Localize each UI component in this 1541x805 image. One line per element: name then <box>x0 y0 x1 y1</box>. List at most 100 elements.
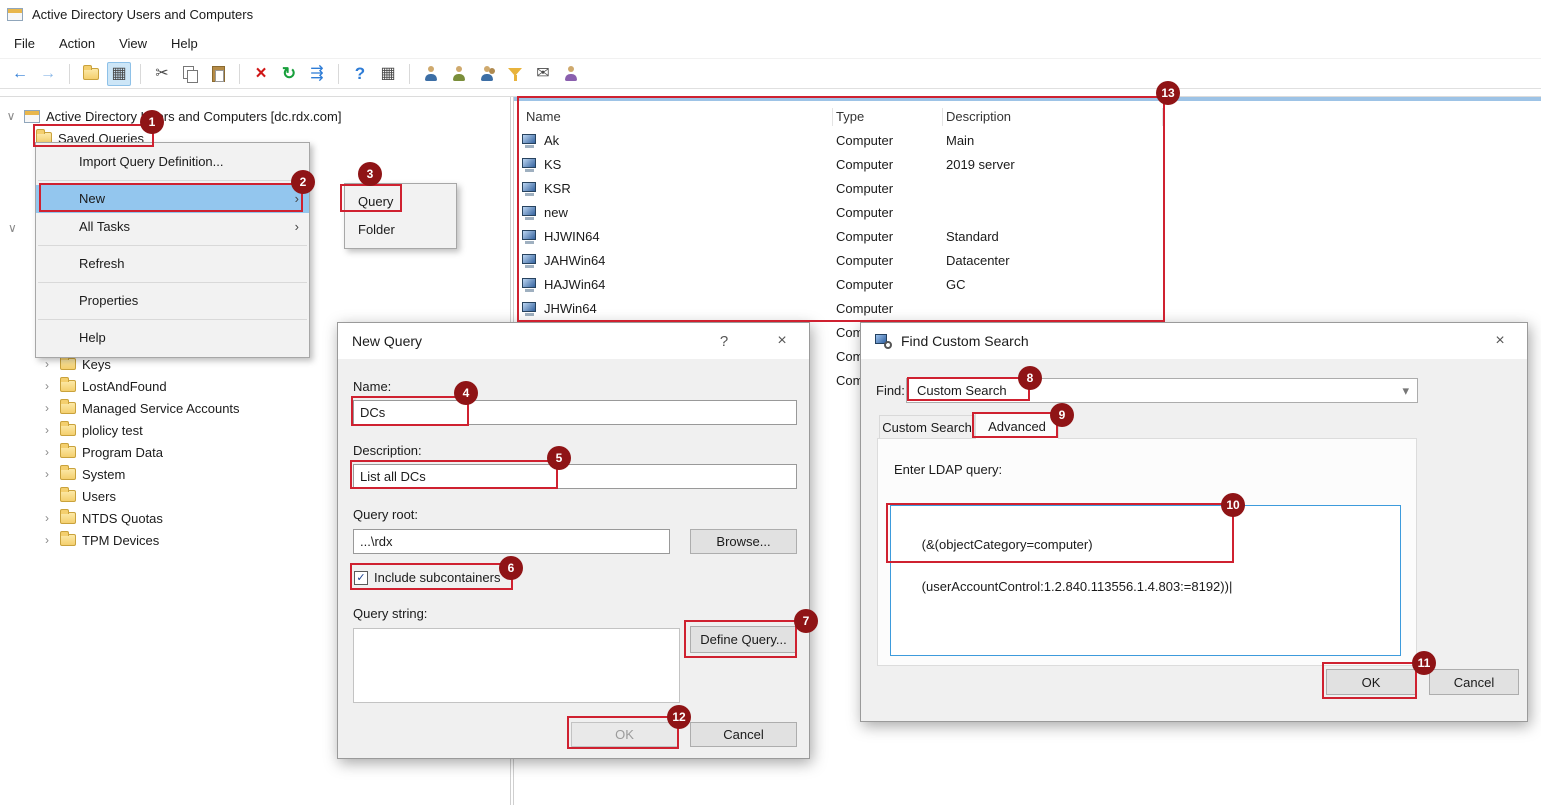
cell-name: HJWIN64 <box>522 225 828 249</box>
delete-icon[interactable]: × <box>249 62 273 86</box>
saved-queries-context-menu: Import Query Definition... New› All Task… <box>35 142 310 358</box>
set-filter-icon[interactable] <box>503 62 527 86</box>
results-row[interactable]: Ak Computer Main <box>514 129 1541 153</box>
find-label: Find: <box>876 383 905 398</box>
back-arrow-glyph: ← <box>12 66 28 82</box>
checkbox-check-icon[interactable]: ✓ <box>354 571 368 585</box>
folder-icon <box>60 358 76 370</box>
find-cancel-button[interactable]: Cancel <box>1429 669 1519 695</box>
column-header-type[interactable]: Type <box>836 105 864 129</box>
help-glyph: ? <box>355 65 365 82</box>
find-ok-button[interactable]: OK <box>1326 669 1416 695</box>
tab-custom-search[interactable]: Custom Search <box>879 415 975 439</box>
description-input[interactable] <box>353 464 797 489</box>
menu-item-all-tasks[interactable]: All Tasks› <box>36 213 309 241</box>
menu-item-help[interactable]: Help <box>36 324 309 352</box>
chevron-collapsed-icon[interactable]: › <box>40 511 54 525</box>
chevron-down-icon[interactable]: ▾ <box>1402 379 1409 402</box>
help-icon[interactable]: ? <box>348 62 372 86</box>
column-divider[interactable] <box>1162 108 1163 126</box>
column-divider[interactable] <box>832 108 833 126</box>
new-group-icon[interactable] <box>475 62 499 86</box>
properties-icon[interactable]: ▦ <box>376 62 400 86</box>
chevron-collapsed-icon[interactable]: › <box>40 423 54 437</box>
submenu-arrow-icon: › <box>295 213 299 241</box>
envelope-glyph: ✉ <box>536 66 549 82</box>
chevron-collapsed-icon[interactable]: › <box>40 533 54 547</box>
chevron-expanded-icon[interactable]: ∨ <box>4 109 18 123</box>
send-mail-icon[interactable]: ✉ <box>531 62 555 86</box>
cell-type: Computer <box>836 153 942 177</box>
include-subcontainers-checkbox[interactable]: ✓ Include subcontainers <box>354 570 500 585</box>
show-tree-icon[interactable]: ▦ <box>107 62 131 86</box>
menu-help[interactable]: Help <box>159 31 210 56</box>
forward-arrow-glyph: → <box>40 66 56 82</box>
paste-icon[interactable] <box>206 62 230 86</box>
new-contact-icon[interactable] <box>447 62 471 86</box>
submenu-item-query[interactable]: Query <box>345 188 456 216</box>
menu-item-properties[interactable]: Properties <box>36 287 309 315</box>
menu-item-refresh[interactable]: Refresh <box>36 250 309 278</box>
forward-icon[interactable]: → <box>36 62 60 86</box>
tab-advanced[interactable]: Advanced <box>975 412 1059 439</box>
computer-name: JAHWin64 <box>544 249 605 273</box>
results-row[interactable]: JHWin64 Computer <box>514 297 1541 321</box>
define-query-button[interactable]: Define Query... <box>690 626 797 653</box>
tree-root-node[interactable]: ∨ Active Directory Users and Computers [… <box>0 105 510 127</box>
toolbar-separator <box>69 64 70 84</box>
menu-view[interactable]: View <box>107 31 159 56</box>
dialog-close-button[interactable]: × <box>1487 332 1513 350</box>
toolbar: ← → ▦ ✂ × ↻ ⇶ ? ▦ ✉ <box>0 58 1541 89</box>
new-query-cancel-button[interactable]: Cancel <box>690 722 797 747</box>
new-query-ok-button[interactable]: OK <box>571 722 678 747</box>
menu-file[interactable]: File <box>2 31 47 56</box>
submenu-item-folder[interactable]: Folder <box>345 216 456 244</box>
back-icon[interactable]: ← <box>8 62 32 86</box>
new-user-icon[interactable] <box>419 62 443 86</box>
find-icon[interactable] <box>559 62 583 86</box>
results-row[interactable]: new Computer <box>514 201 1541 225</box>
results-row[interactable]: KSR Computer <box>514 177 1541 201</box>
domain-node-chevron[interactable]: ∨ <box>8 217 17 239</box>
column-divider[interactable] <box>942 108 943 126</box>
dialog-close-button[interactable]: × <box>769 332 795 350</box>
tree-node-label: TPM Devices <box>82 533 159 548</box>
browse-button[interactable]: Browse... <box>690 529 797 554</box>
find-type-dropdown[interactable]: Custom Search ▾ <box>906 378 1418 403</box>
up-level-icon[interactable] <box>79 62 103 86</box>
results-row[interactable]: HJWIN64 Computer Standard <box>514 225 1541 249</box>
description-label: Description: <box>353 443 422 458</box>
column-header-name[interactable]: Name <box>526 105 561 129</box>
name-input[interactable] <box>353 400 797 425</box>
chevron-collapsed-icon[interactable]: › <box>40 445 54 459</box>
menu-item-label: Folder <box>358 222 395 237</box>
dialog-help-button[interactable]: ? <box>712 333 736 350</box>
results-row[interactable]: HAJWin64 Computer GC <box>514 273 1541 297</box>
chevron-collapsed-icon[interactable]: › <box>40 401 54 415</box>
refresh-icon[interactable]: ↻ <box>277 62 301 86</box>
query-root-input[interactable] <box>353 529 670 554</box>
results-row[interactable]: KS Computer 2019 server <box>514 153 1541 177</box>
app-icon <box>7 8 23 21</box>
menu-item-import-query-definition[interactable]: Import Query Definition... <box>36 148 309 176</box>
new-query-title: New Query <box>352 333 422 349</box>
clipboard-glyph <box>212 66 225 82</box>
chevron-collapsed-icon[interactable]: › <box>40 357 54 371</box>
menu-item-new[interactable]: New› <box>36 185 309 213</box>
copy-icon[interactable] <box>178 62 202 86</box>
menu-action[interactable]: Action <box>47 31 107 56</box>
column-header-description[interactable]: Description <box>946 105 1011 129</box>
computer-name: JHWin64 <box>544 297 597 321</box>
export-list-icon[interactable]: ⇶ <box>305 62 329 86</box>
cell-type: Computer <box>836 273 942 297</box>
computer-icon <box>522 230 538 244</box>
cut-icon[interactable]: ✂ <box>150 62 174 86</box>
tree-node-label: Keys <box>82 357 111 372</box>
cell-name: new <box>522 201 828 225</box>
cell-type: Computer <box>836 249 942 273</box>
ldap-query-textarea[interactable]: (&(objectCategory=computer) (userAccount… <box>890 505 1401 656</box>
results-row[interactable]: JAHWin64 Computer Datacenter <box>514 249 1541 273</box>
new-query-title-bar: New Query ? × <box>338 323 809 359</box>
chevron-collapsed-icon[interactable]: › <box>40 467 54 481</box>
chevron-collapsed-icon[interactable]: › <box>40 379 54 393</box>
